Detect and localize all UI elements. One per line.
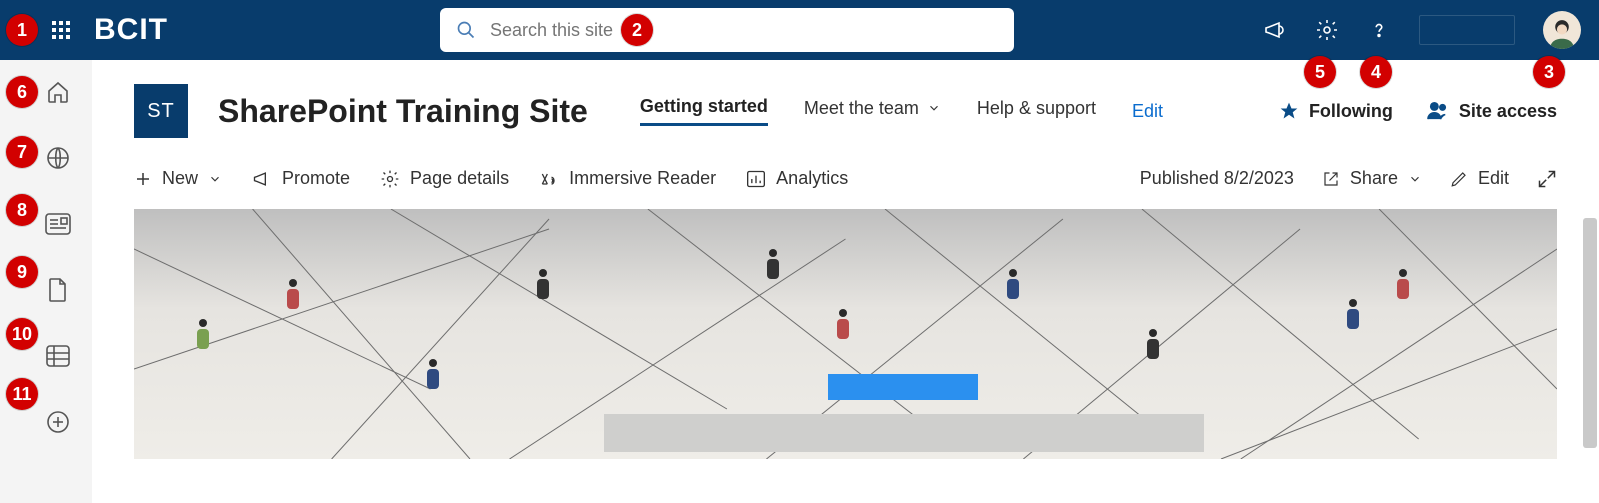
nav-meet-the-team[interactable]: Meet the team [804, 98, 941, 125]
share-button[interactable]: Share [1322, 168, 1422, 189]
avatar[interactable] [1543, 11, 1581, 49]
share-icon [1322, 170, 1340, 188]
search-icon [456, 20, 476, 40]
gear-icon [380, 169, 400, 189]
page-details-button[interactable]: Page details [380, 168, 509, 189]
site-title: SharePoint Training Site [218, 93, 588, 130]
immersive-reader-button[interactable]: Immersive Reader [539, 168, 716, 189]
expand-icon [1537, 169, 1557, 189]
site-actions: Following Site access [1279, 101, 1557, 122]
nav-help-support[interactable]: Help & support [977, 98, 1096, 125]
suite-bar: BCIT [0, 0, 1599, 60]
add-circle-icon[interactable] [20, 408, 72, 436]
gear-icon[interactable] [1315, 18, 1339, 42]
nav-getting-started[interactable]: Getting started [640, 96, 768, 126]
chevron-down-icon [208, 172, 222, 186]
site-header: ST SharePoint Training Site Getting star… [92, 60, 1599, 156]
megaphone-icon [252, 169, 272, 189]
hero-image [134, 209, 1557, 459]
analytics-label: Analytics [776, 168, 848, 189]
suite-right [1263, 11, 1581, 49]
chevron-down-icon [1408, 172, 1422, 186]
site-logo: ST [134, 84, 188, 138]
following-label: Following [1309, 101, 1393, 122]
page-details-label: Page details [410, 168, 509, 189]
people-icon [1427, 101, 1449, 121]
site-access-label: Site access [1459, 101, 1557, 122]
brand-label: BCIT [94, 13, 168, 47]
following-button[interactable]: Following [1279, 101, 1393, 122]
app-launcher-icon[interactable] [52, 21, 70, 39]
published-date: Published 8/2/2023 [1140, 168, 1294, 189]
edit-label: Edit [1478, 168, 1509, 189]
new-label: New [162, 168, 198, 189]
search-box[interactable] [440, 8, 1014, 52]
grid-list-icon[interactable] [20, 342, 72, 370]
promote-button[interactable]: Promote [252, 168, 350, 189]
edit-button[interactable]: Edit [1450, 168, 1509, 189]
content: ST SharePoint Training Site Getting star… [92, 60, 1599, 459]
hero-subtitle-bar [604, 414, 1204, 452]
news-icon[interactable] [20, 210, 72, 238]
command-bar: New Promote Page details Immersive Reade… [92, 156, 1599, 209]
search-input[interactable] [490, 20, 998, 41]
help-icon[interactable] [1367, 18, 1391, 42]
expand-button[interactable] [1537, 169, 1557, 189]
left-rail [0, 60, 92, 503]
site-access-button[interactable]: Site access [1427, 101, 1557, 122]
home-icon[interactable] [20, 78, 72, 106]
star-icon [1279, 101, 1299, 121]
vertical-scrollbar[interactable] [1583, 218, 1597, 448]
chevron-down-icon [927, 101, 941, 115]
share-label: Share [1350, 168, 1398, 189]
nav-edit-link[interactable]: Edit [1132, 101, 1163, 122]
file-icon[interactable] [20, 276, 72, 304]
plus-icon [134, 170, 152, 188]
analytics-icon [746, 169, 766, 189]
megaphone-icon[interactable] [1263, 18, 1287, 42]
nav-item-label: Meet the team [804, 98, 919, 119]
analytics-button[interactable]: Analytics [746, 168, 848, 189]
user-name-region [1419, 15, 1515, 45]
immersive-label: Immersive Reader [569, 168, 716, 189]
pencil-icon [1450, 170, 1468, 188]
site-nav: Getting started Meet the team Help & sup… [640, 96, 1163, 126]
immersive-icon [539, 169, 559, 189]
new-button[interactable]: New [134, 168, 222, 189]
promote-label: Promote [282, 168, 350, 189]
globe-icon[interactable] [20, 144, 72, 172]
hero-badge [828, 374, 978, 400]
